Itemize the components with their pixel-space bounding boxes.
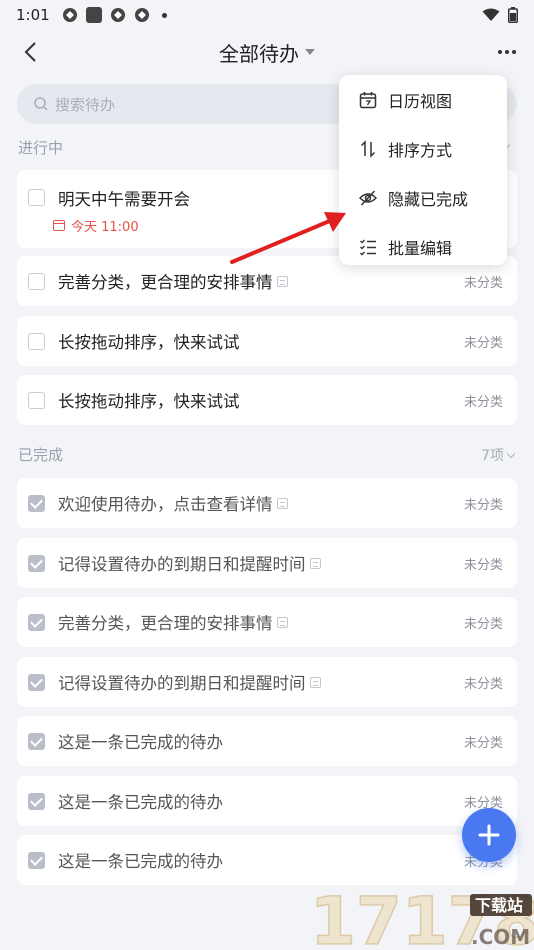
more-dot [505,50,509,54]
menu-label: 排序方式 [388,140,453,160]
task-title: 完善分类，更合理的安排事情 [58,273,273,292]
task-title: 这是一条已完成的待办 [58,733,223,752]
task-checkbox-checked[interactable] [28,494,45,512]
more-dot [498,50,502,54]
page-title: 全部待办 [219,41,299,66]
caret-down-icon [305,49,315,55]
more-notifications-dot [161,12,167,18]
task-checkbox[interactable] [28,332,45,350]
section-title-in-progress: 进行中 [18,139,64,157]
status-time: 1:01 [16,6,50,24]
completed-task-card[interactable]: 这是一条已完成的待办 未分类 [17,776,517,826]
task-checkbox-checked[interactable] [28,851,45,869]
task-title: 这是一条已完成的待办 [58,852,223,871]
menu-item-hide-completed[interactable]: 隐藏已完成 [339,173,507,222]
completed-task-card[interactable]: 记得设置待办的到期日和提醒时间 未分类 [17,538,517,588]
top-navigation-bar: 全部待办 [0,30,534,74]
search-icon [34,97,48,111]
task-category: 未分类 [463,616,503,632]
svg-text:.COM: .COM [471,925,530,949]
chevron-down-icon [506,449,516,458]
task-title: 长按拖动排序，快来试试 [58,392,240,411]
app-notification-icon [62,8,77,22]
menu-item-batch-edit[interactable]: 批量编辑 [339,222,507,271]
due-date-text: 今天 11:00 [71,220,139,235]
menu-label: 隐藏已完成 [388,189,469,209]
task-checkbox[interactable] [28,189,45,206]
task-category: 未分类 [463,275,503,291]
task-checkbox-checked[interactable] [28,613,45,631]
completed-task-card[interactable]: 这是一条已完成的待办 未分类 [17,835,517,885]
menu-label: 日历视图 [388,91,453,111]
section-title-completed: 已完成 [18,446,64,464]
more-options-menu: 日历视图 排序方式 隐藏已完成 批量编辑 [339,75,507,265]
status-system-icons [482,7,518,23]
menu-item-calendar-view[interactable]: 日历视图 [339,75,507,124]
task-category: 未分类 [463,394,503,410]
plus-icon [478,824,500,846]
task-category: 未分类 [463,335,503,351]
app-notification-icon [110,8,125,22]
task-card[interactable]: 长按拖动排序，快来试试 未分类 [17,316,517,366]
app-notification-icon [134,8,149,22]
calendar-icon [53,220,65,231]
note-icon [276,275,288,287]
task-checkbox-checked[interactable] [28,732,45,750]
task-title: 这是一条已完成的待办 [58,793,223,812]
checklist-icon [359,238,377,256]
note-icon [309,557,321,569]
task-card[interactable]: 长按拖动排序，快来试试 未分类 [17,375,517,425]
battery-icon [508,7,518,23]
wifi-icon [482,8,500,21]
task-category: 未分类 [463,557,503,573]
back-button[interactable] [16,38,44,66]
note-icon [276,497,288,509]
task-checkbox[interactable] [28,391,45,409]
completed-task-card[interactable]: 欢迎使用待办，点击查看详情 未分类 [17,478,517,528]
sort-icon [359,139,377,158]
task-category: 未分类 [463,497,503,513]
note-icon [276,616,288,628]
completed-count-toggle[interactable]: 7项 [481,445,516,465]
status-notification-icons [62,7,167,23]
search-placeholder: 搜索待办 [55,95,116,114]
calendar-icon [359,91,377,109]
task-title: 记得设置待办的到期日和提醒时间 [58,674,306,693]
watermark-logo: 17178 下载站 .COM [310,882,534,950]
task-title: 明天中午需要开会 [58,190,190,209]
app-notification-icon [85,7,102,23]
note-icon [309,676,321,688]
more-options-button[interactable] [494,40,520,64]
task-title: 长按拖动排序，快来试试 [58,333,240,352]
task-checkbox-checked[interactable] [28,673,45,691]
task-title: 完善分类，更合理的安排事情 [58,614,273,633]
more-dot [512,50,516,54]
task-checkbox-checked[interactable] [28,554,45,572]
eye-off-icon [359,189,377,207]
completed-task-card[interactable]: 记得设置待办的到期日和提醒时间 未分类 [17,657,517,707]
back-arrow-icon [24,42,36,62]
task-checkbox[interactable] [28,272,45,290]
task-title: 欢迎使用待办，点击查看详情 [58,495,273,514]
due-date-label: 今天 11:00 [53,216,139,235]
completed-count: 7项 [481,448,504,464]
category-filter-dropdown[interactable]: 全部待办 [219,38,315,67]
add-task-button[interactable] [462,808,516,862]
menu-item-sort-mode[interactable]: 排序方式 [339,124,507,173]
task-category: 未分类 [463,676,503,692]
task-category: 未分类 [463,735,503,751]
status-bar: 1:01 [0,0,534,30]
task-title: 记得设置待办的到期日和提醒时间 [58,555,306,574]
svg-text:下载站: 下载站 [475,896,523,915]
completed-task-card[interactable]: 这是一条已完成的待办 未分类 [17,716,517,766]
menu-label: 批量编辑 [388,238,453,258]
task-checkbox-checked[interactable] [28,792,45,810]
completed-task-card[interactable]: 完善分类，更合理的安排事情 未分类 [17,597,517,647]
